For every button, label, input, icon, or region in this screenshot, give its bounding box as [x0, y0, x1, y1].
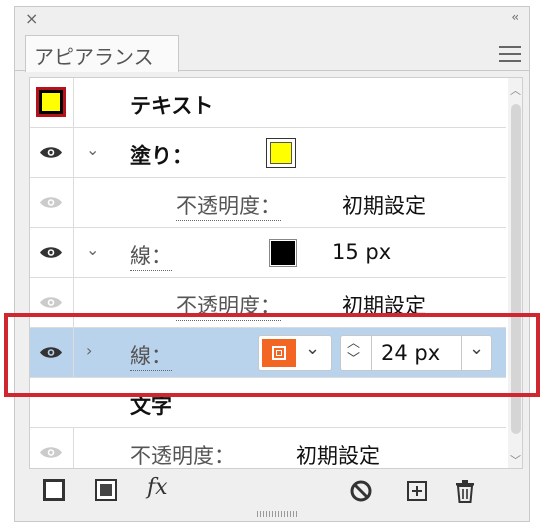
resize-grip-icon[interactable] — [257, 511, 297, 517]
list-item-stroke-selected[interactable]: › 線： ⌄ ︿ ﹀ 24 px ⌄ — [30, 328, 506, 378]
panel-menu-icon[interactable] — [499, 46, 521, 67]
scroll-down-icon[interactable]: ﹀ — [510, 452, 521, 468]
opacity-value: 初期設定 — [342, 194, 426, 218]
close-icon[interactable]: × — [25, 9, 38, 28]
scrollbar-thumb[interactable] — [511, 104, 521, 434]
new-stroke-icon[interactable] — [43, 479, 65, 501]
appearance-list: テキスト ⌄ 塗り： 不透明度： 初期設定 ⌄ 線： 15 px 不透明度： 初… — [29, 77, 523, 469]
scrollbar[interactable]: ︿ ﹀ — [508, 78, 522, 468]
eye-column — [30, 428, 74, 468]
eye-column — [30, 178, 74, 227]
chevron-down-icon[interactable]: ⌄ — [86, 240, 99, 259]
fill-label: 塗り： — [130, 144, 193, 168]
chevron-right-icon[interactable]: › — [86, 341, 92, 360]
bottom-toolbar: fx — [15, 473, 529, 509]
eye-column — [30, 78, 74, 127]
eye-column — [30, 278, 74, 327]
list-item-characters-opacity[interactable]: 不透明度： 初期設定 — [30, 428, 506, 468]
eye-icon[interactable] — [39, 145, 63, 160]
stepper-icon[interactable]: ︿ ﹀ — [347, 336, 360, 368]
opacity-label[interactable]: 不透明度： — [176, 190, 281, 221]
eye-icon[interactable] — [39, 345, 63, 360]
opacity-value: 初期設定 — [342, 294, 426, 318]
eye-column — [30, 228, 74, 277]
eye-icon[interactable] — [39, 295, 63, 310]
list-item-fill-opacity[interactable]: 不透明度： 初期設定 — [30, 178, 506, 228]
trash-icon[interactable] — [453, 479, 477, 503]
stroke-swatch-icon[interactable] — [262, 339, 296, 367]
opacity-label[interactable]: 不透明度： — [130, 440, 235, 468]
chevron-down-icon[interactable]: ⌄ — [86, 140, 99, 159]
opacity-label[interactable]: 不透明度： — [176, 290, 281, 321]
tab-row: アピアランス — [15, 31, 529, 72]
stroke-weight-input[interactable]: 24 px — [381, 341, 440, 365]
chevron-down-icon[interactable]: ⌄ — [469, 338, 484, 359]
duplicate-item-icon[interactable] — [405, 479, 429, 503]
eye-icon[interactable] — [39, 445, 63, 460]
clear-appearance-icon[interactable] — [349, 479, 373, 503]
scroll-up-icon[interactable]: ︿ — [510, 82, 521, 98]
opacity-value: 初期設定 — [296, 444, 380, 468]
appearance-panel: × ‹‹ アピアランス テキスト ⌄ 塗り： 不透明度： 初期設定 ⌄ 線： 1… — [14, 6, 530, 522]
eye-icon[interactable] — [39, 195, 63, 210]
list-item-text-header[interactable]: テキスト — [30, 78, 506, 128]
stroke-color-dropdown[interactable]: ⌄ — [258, 335, 332, 371]
stroke-weight-stepper[interactable]: ︿ ﹀ 24 px ⌄ — [340, 335, 492, 371]
collapse-icon[interactable]: ‹‹ — [511, 10, 518, 24]
stroke-label[interactable]: 線： — [130, 340, 172, 371]
text-thumbnail-icon — [36, 87, 66, 117]
fx-icon[interactable]: fx — [147, 475, 168, 500]
list-item-stroke[interactable]: ⌄ 線： 15 px — [30, 228, 506, 278]
fill-swatch[interactable] — [266, 138, 296, 168]
eye-column — [30, 128, 74, 177]
characters-label: 文字 — [130, 394, 172, 418]
list-item-characters[interactable]: 文字 — [30, 378, 506, 428]
stroke-swatch[interactable] — [269, 239, 297, 267]
list-item-stroke-opacity[interactable]: 不透明度： 初期設定 — [30, 278, 506, 328]
text-header-label: テキスト — [130, 94, 214, 118]
stroke-weight: 15 px — [332, 240, 392, 264]
eye-icon[interactable] — [39, 245, 63, 260]
panel-title-bar: × ‹‹ — [15, 7, 529, 31]
stroke-label[interactable]: 線： — [130, 240, 172, 271]
chevron-down-icon[interactable]: ⌄ — [305, 338, 320, 359]
list-item-fill[interactable]: ⌄ 塗り： — [30, 128, 506, 178]
new-fill-icon[interactable] — [95, 479, 117, 501]
eye-column — [30, 328, 74, 377]
tab-appearance[interactable]: アピアランス — [25, 35, 179, 72]
